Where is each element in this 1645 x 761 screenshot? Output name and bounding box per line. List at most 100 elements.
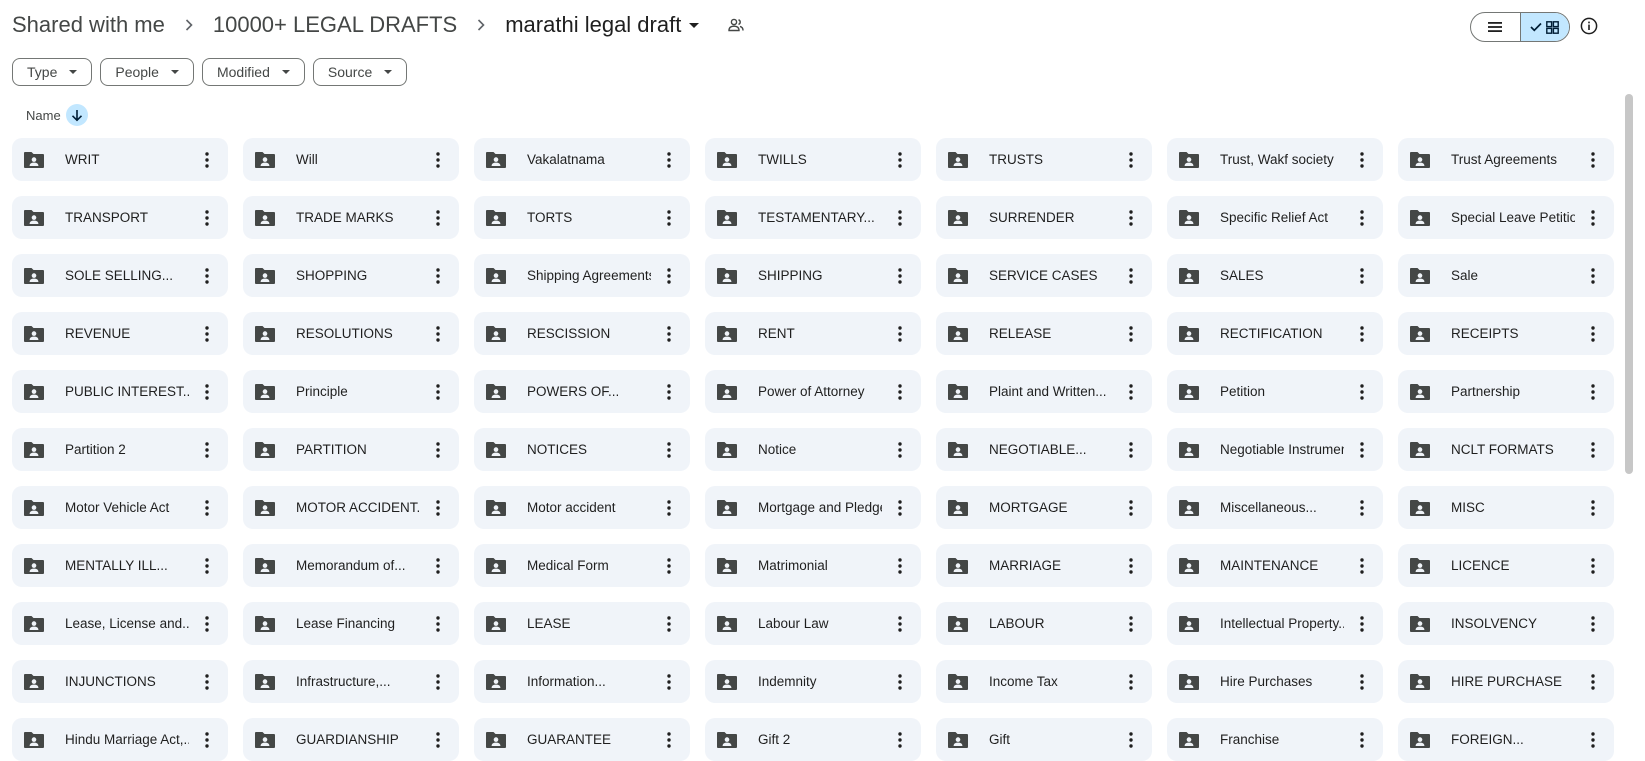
more-vert-icon[interactable]: [1119, 612, 1143, 636]
folder-tile[interactable]: Franchise: [1167, 718, 1383, 761]
folder-tile[interactable]: INJUNCTIONS: [12, 660, 228, 703]
folder-tile[interactable]: RESOLUTIONS: [243, 312, 459, 355]
more-vert-icon[interactable]: [1581, 496, 1605, 520]
more-vert-icon[interactable]: [1350, 612, 1374, 636]
folder-tile[interactable]: SHOPPING: [243, 254, 459, 297]
folder-tile[interactable]: Vakalatnama: [474, 138, 690, 181]
sort-control[interactable]: Name: [26, 104, 88, 126]
more-vert-icon[interactable]: [195, 206, 219, 230]
folder-tile[interactable]: MOTOR ACCIDENT...: [243, 486, 459, 529]
folder-tile[interactable]: Income Tax: [936, 660, 1152, 703]
folder-tile[interactable]: NCLT FORMATS: [1398, 428, 1614, 471]
more-vert-icon[interactable]: [426, 554, 450, 578]
more-vert-icon[interactable]: [1581, 264, 1605, 288]
folder-tile[interactable]: Intellectual Property...: [1167, 602, 1383, 645]
breadcrumb-legal-drafts[interactable]: 10000+ LEGAL DRAFTS: [213, 10, 457, 40]
folder-tile[interactable]: Lease Financing: [243, 602, 459, 645]
more-vert-icon[interactable]: [657, 438, 681, 462]
more-vert-icon[interactable]: [1350, 438, 1374, 462]
more-vert-icon[interactable]: [426, 206, 450, 230]
more-vert-icon[interactable]: [426, 438, 450, 462]
folder-tile[interactable]: RECTIFICATION: [1167, 312, 1383, 355]
more-vert-icon[interactable]: [888, 438, 912, 462]
more-vert-icon[interactable]: [1350, 496, 1374, 520]
more-vert-icon[interactable]: [1350, 670, 1374, 694]
folder-tile[interactable]: RESCISSION: [474, 312, 690, 355]
folder-tile[interactable]: TRUSTS: [936, 138, 1152, 181]
list-view-button[interactable]: [1471, 13, 1520, 41]
more-vert-icon[interactable]: [426, 612, 450, 636]
folder-tile[interactable]: TWILLS: [705, 138, 921, 181]
more-vert-icon[interactable]: [1119, 206, 1143, 230]
folder-tile[interactable]: Indemnity: [705, 660, 921, 703]
more-vert-icon[interactable]: [657, 554, 681, 578]
filter-people-chip[interactable]: People: [100, 58, 194, 86]
more-vert-icon[interactable]: [1119, 380, 1143, 404]
folder-tile[interactable]: MARRIAGE: [936, 544, 1152, 587]
folder-tile[interactable]: RELEASE: [936, 312, 1152, 355]
folder-tile[interactable]: LICENCE: [1398, 544, 1614, 587]
more-vert-icon[interactable]: [195, 496, 219, 520]
more-vert-icon[interactable]: [657, 728, 681, 752]
folder-tile[interactable]: Trust Agreements: [1398, 138, 1614, 181]
folder-tile[interactable]: PARTITION: [243, 428, 459, 471]
more-vert-icon[interactable]: [888, 728, 912, 752]
folder-tile[interactable]: HIRE PURCHASE: [1398, 660, 1614, 703]
folder-tile[interactable]: Mortgage and Pledge: [705, 486, 921, 529]
folder-tile[interactable]: Hindu Marriage Act,...: [12, 718, 228, 761]
grid-view-button[interactable]: [1519, 13, 1569, 41]
folder-tile[interactable]: Sale: [1398, 254, 1614, 297]
more-vert-icon[interactable]: [426, 670, 450, 694]
more-vert-icon[interactable]: [888, 148, 912, 172]
folder-tile[interactable]: NOTICES: [474, 428, 690, 471]
folder-tile[interactable]: SERVICE CASES: [936, 254, 1152, 297]
folder-tile[interactable]: Plaint and Written...: [936, 370, 1152, 413]
more-vert-icon[interactable]: [195, 322, 219, 346]
more-vert-icon[interactable]: [1119, 264, 1143, 288]
folder-tile[interactable]: Labour Law: [705, 602, 921, 645]
more-vert-icon[interactable]: [657, 670, 681, 694]
more-vert-icon[interactable]: [1350, 728, 1374, 752]
folder-tile[interactable]: NEGOTIABLE...: [936, 428, 1152, 471]
folder-tile[interactable]: Gift 2: [705, 718, 921, 761]
filter-type-chip[interactable]: Type: [12, 58, 93, 86]
folder-tile[interactable]: Hire Purchases: [1167, 660, 1383, 703]
filter-modified-chip[interactable]: Modified: [201, 58, 305, 86]
more-vert-icon[interactable]: [888, 206, 912, 230]
folder-tile[interactable]: TRANSPORT: [12, 196, 228, 239]
more-vert-icon[interactable]: [426, 148, 450, 172]
more-vert-icon[interactable]: [888, 322, 912, 346]
more-vert-icon[interactable]: [1119, 728, 1143, 752]
folder-tile[interactable]: TORTS: [474, 196, 690, 239]
more-vert-icon[interactable]: [657, 612, 681, 636]
more-vert-icon[interactable]: [1581, 206, 1605, 230]
more-vert-icon[interactable]: [195, 554, 219, 578]
folder-tile[interactable]: Shipping Agreements: [474, 254, 690, 297]
more-vert-icon[interactable]: [1581, 554, 1605, 578]
more-vert-icon[interactable]: [426, 380, 450, 404]
more-vert-icon[interactable]: [888, 380, 912, 404]
more-vert-icon[interactable]: [195, 264, 219, 288]
folder-tile[interactable]: Trust, Wakf society: [1167, 138, 1383, 181]
folder-tile[interactable]: Information...: [474, 660, 690, 703]
more-vert-icon[interactable]: [426, 496, 450, 520]
more-vert-icon[interactable]: [657, 148, 681, 172]
folder-tile[interactable]: GUARDIANSHIP: [243, 718, 459, 761]
more-vert-icon[interactable]: [426, 264, 450, 288]
more-vert-icon[interactable]: [195, 438, 219, 462]
folder-tile[interactable]: Notice: [705, 428, 921, 471]
folder-tile[interactable]: Will: [243, 138, 459, 181]
folder-tile[interactable]: MISC: [1398, 486, 1614, 529]
folder-tile[interactable]: TRADE MARKS: [243, 196, 459, 239]
more-vert-icon[interactable]: [1119, 554, 1143, 578]
more-vert-icon[interactable]: [888, 264, 912, 288]
folder-tile[interactable]: Memorandum of...: [243, 544, 459, 587]
more-vert-icon[interactable]: [1350, 148, 1374, 172]
filter-source-chip[interactable]: Source: [312, 58, 408, 86]
more-vert-icon[interactable]: [1119, 670, 1143, 694]
folder-tile[interactable]: Motor accident: [474, 486, 690, 529]
folder-tile[interactable]: LABOUR: [936, 602, 1152, 645]
more-vert-icon[interactable]: [657, 206, 681, 230]
more-vert-icon[interactable]: [1581, 670, 1605, 694]
more-vert-icon[interactable]: [1350, 554, 1374, 578]
